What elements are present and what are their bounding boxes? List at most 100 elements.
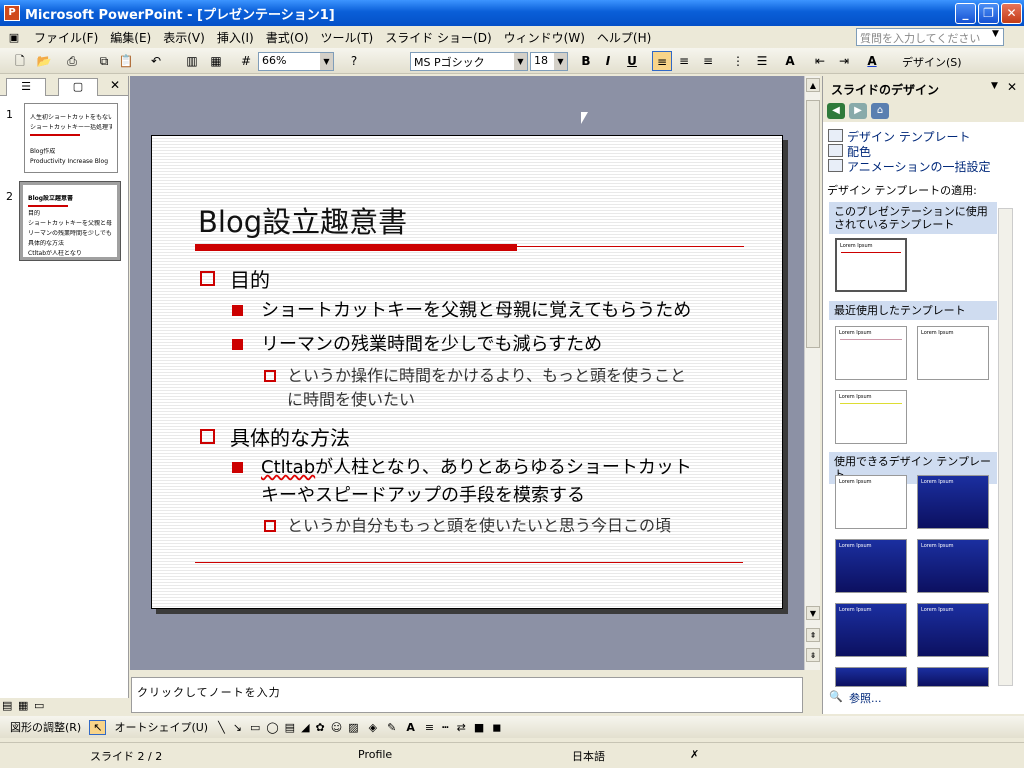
- menu-format[interactable]: 書式(O): [260, 29, 315, 46]
- font-select[interactable]: MS Pゴシック ▼: [410, 52, 528, 71]
- numbering-icon[interactable]: ⋮: [728, 51, 748, 71]
- menu-insert[interactable]: 挿入(I): [211, 29, 260, 46]
- dash-style-icon[interactable]: ┅: [442, 721, 449, 734]
- scroll-thumb[interactable]: [806, 100, 820, 348]
- rectangle-icon[interactable]: ▭: [250, 721, 260, 734]
- menu-tools[interactable]: ツール(T): [315, 29, 380, 46]
- autoshape-button[interactable]: オートシェイプ(U): [114, 719, 208, 735]
- diagram-icon[interactable]: ✿: [316, 721, 325, 734]
- italic-button[interactable]: I: [598, 51, 618, 71]
- template-thumb[interactable]: Lorem Ipsum: [917, 539, 989, 593]
- tab-outline[interactable]: ☰: [6, 78, 46, 96]
- chevron-down-icon[interactable]: ▼: [554, 53, 567, 70]
- underline-button[interactable]: U: [622, 51, 642, 71]
- menu-file[interactable]: ファイル(F): [28, 29, 104, 46]
- slide-canvas[interactable]: Blog設立趣意書 目的 ショートカットキーを父親と母親に覚えてもらうため リー…: [151, 135, 783, 609]
- bullet-level1[interactable]: 具体的な方法: [200, 422, 350, 451]
- font-color-button[interactable]: A: [862, 51, 882, 71]
- decrease-indent-icon[interactable]: ⇤: [810, 51, 830, 71]
- close-button[interactable]: ✕: [1001, 3, 1022, 24]
- chevron-down-icon[interactable]: ▼: [514, 53, 527, 70]
- template-thumb[interactable]: Lorem Ipsum: [917, 326, 989, 380]
- draw-menu-button[interactable]: 図形の調整(R): [10, 719, 81, 735]
- help-icon[interactable]: ?: [344, 51, 364, 71]
- bullet-level2[interactable]: ショートカットキーを父親と母親に覚えてもらうため: [232, 297, 691, 325]
- slide-thumbnail-2[interactable]: Blog設立趣意書 目的 ショートカットキーを父親と母親に覚えてもらうため リー…: [19, 181, 121, 261]
- vertical-scrollbar[interactable]: ▲ ▼ ⇞ ⇟: [804, 76, 820, 670]
- sorter-view-icon[interactable]: ▦: [18, 699, 28, 712]
- design-button[interactable]: デザイン(S): [902, 54, 962, 70]
- minimize-button[interactable]: _: [955, 3, 976, 24]
- chart-icon[interactable]: ▥: [182, 51, 202, 71]
- textbox-icon[interactable]: ▤: [285, 721, 295, 734]
- document-icon[interactable]: ▣: [0, 31, 28, 44]
- shadow-icon[interactable]: ■: [474, 721, 484, 734]
- slide-thumbnail-1[interactable]: 人生初ショートカットをもないすぎ ショートカットキー一括処理する Blog作成 …: [24, 103, 118, 173]
- slide-title[interactable]: Blog設立趣意書: [198, 199, 407, 241]
- undo-icon[interactable]: ↶: [146, 51, 166, 71]
- menu-help[interactable]: ヘルプ(H): [591, 29, 657, 46]
- align-left-icon[interactable]: ≡: [652, 51, 672, 71]
- menu-slideshow[interactable]: スライド ショー(D): [379, 29, 497, 46]
- browse-link[interactable]: 参照...: [849, 690, 882, 706]
- next-slide-icon[interactable]: ⇟: [806, 648, 820, 662]
- template-thumb[interactable]: [917, 667, 989, 687]
- grow-font-button[interactable]: A: [780, 51, 800, 71]
- line-icon[interactable]: ╲: [218, 721, 225, 734]
- scroll-down-icon[interactable]: ▼: [806, 606, 820, 620]
- open-icon[interactable]: 📂: [34, 51, 54, 71]
- oval-icon[interactable]: ◯: [266, 721, 278, 734]
- template-thumb[interactable]: Lorem Ipsum: [835, 238, 907, 292]
- menu-edit[interactable]: 編集(E): [104, 29, 157, 46]
- notes-input[interactable]: クリックしてノートを入力: [131, 677, 803, 713]
- normal-view-icon[interactable]: ▤: [2, 699, 12, 712]
- template-thumb[interactable]: [835, 667, 907, 687]
- menu-view[interactable]: 表示(V): [157, 29, 211, 46]
- align-right-icon[interactable]: ≡: [698, 51, 718, 71]
- tab-slides[interactable]: ▢: [58, 78, 98, 96]
- line-style-icon[interactable]: ≡: [425, 721, 434, 734]
- back-icon[interactable]: ◀: [827, 103, 845, 119]
- picture-icon[interactable]: ▨: [348, 721, 358, 734]
- select-pointer-icon[interactable]: ↖: [89, 719, 107, 735]
- font-color-icon[interactable]: A: [406, 721, 415, 734]
- bold-button[interactable]: B: [576, 51, 596, 71]
- font-size-select[interactable]: 18 ▼: [530, 52, 568, 71]
- bullet-level1[interactable]: 目的: [200, 264, 270, 293]
- chevron-down-icon[interactable]: ▼: [320, 53, 333, 70]
- clipart-icon[interactable]: ☺: [331, 721, 342, 734]
- template-thumb[interactable]: Lorem Ipsum: [835, 326, 907, 380]
- arrow-icon[interactable]: ↘: [233, 721, 242, 734]
- increase-indent-icon[interactable]: ⇥: [834, 51, 854, 71]
- paste-icon[interactable]: 📋: [116, 51, 136, 71]
- bullets-icon[interactable]: ☰: [752, 51, 772, 71]
- grid-icon[interactable]: #: [236, 51, 256, 71]
- template-thumb[interactable]: Lorem Ipsum: [835, 475, 907, 529]
- table-icon[interactable]: ▦: [206, 51, 226, 71]
- template-scrollbar[interactable]: [998, 208, 1013, 686]
- spellcheck-icon[interactable]: ✗: [690, 748, 699, 761]
- fill-color-icon[interactable]: ◈: [369, 721, 377, 734]
- scroll-up-icon[interactable]: ▲: [806, 78, 820, 92]
- template-thumb[interactable]: Lorem Ipsum: [835, 539, 907, 593]
- chevron-down-icon[interactable]: ▼: [991, 81, 998, 91]
- close-icon[interactable]: ✕: [1007, 80, 1017, 94]
- link-animation[interactable]: アニメーションの一括設定: [847, 158, 991, 175]
- slideshow-view-icon[interactable]: ▭: [34, 699, 44, 712]
- 3d-icon[interactable]: ◼: [492, 721, 501, 734]
- bullet-level3[interactable]: というか操作に時間をかけるより、もっと頭を使うこと に時間を使いたい: [264, 364, 686, 412]
- new-icon[interactable]: 🗋: [10, 51, 30, 71]
- template-thumb[interactable]: Lorem Ipsum: [917, 603, 989, 657]
- zoom-select[interactable]: 66% ▼: [258, 52, 334, 71]
- home-icon[interactable]: ⌂: [871, 103, 889, 119]
- chevron-down-icon[interactable]: ▼: [992, 29, 999, 39]
- template-thumb[interactable]: Lorem Ipsum: [835, 603, 907, 657]
- copy-icon[interactable]: ⧉: [94, 51, 114, 71]
- restore-button[interactable]: ❐: [978, 3, 999, 24]
- bullet-level2[interactable]: Ctltabが人柱となり、ありとあらゆるショートカット キーやスピードアップの手段…: [232, 454, 692, 510]
- bullet-level2[interactable]: リーマンの残業時間を少しでも減らすため: [232, 331, 602, 359]
- menu-window[interactable]: ウィンドウ(W): [498, 29, 591, 46]
- bullet-level3[interactable]: というか自分ももっと頭を使いたいと思う今日この頃: [264, 514, 671, 538]
- template-thumb[interactable]: Lorem Ipsum: [835, 390, 907, 444]
- help-search-input[interactable]: 質問を入力してください: [856, 28, 1004, 46]
